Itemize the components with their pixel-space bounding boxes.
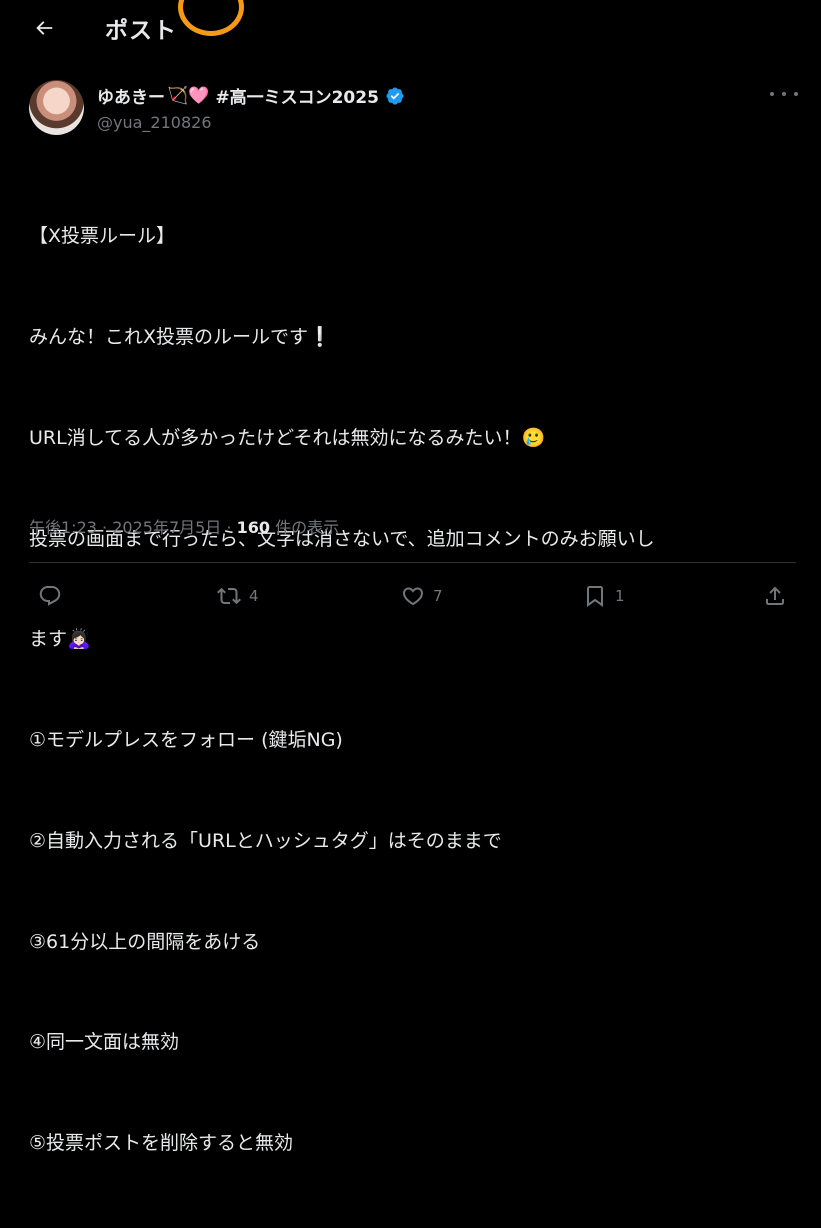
post-line: ます🙇🏻‍♀️ bbox=[29, 628, 91, 651]
page-title: ポスト bbox=[105, 18, 177, 44]
share-icon bbox=[766, 586, 784, 605]
reply-button[interactable] bbox=[38, 576, 70, 616]
highlight-ring bbox=[178, 0, 244, 36]
like-button[interactable]: 7 bbox=[401, 576, 443, 616]
bookmark-count: 1 bbox=[615, 587, 625, 605]
back-arrow-icon bbox=[36, 21, 53, 35]
more-dot-icon bbox=[794, 92, 798, 96]
verified-badge-icon bbox=[385, 86, 405, 106]
top-bar: ポスト bbox=[0, 0, 821, 56]
author-hashtag[interactable]: #高一ミスコン2025 bbox=[215, 83, 379, 108]
post-line: ⑤投票ポストを削除すると無効 bbox=[29, 1132, 294, 1155]
bookmark-button[interactable]: 1 bbox=[583, 576, 625, 616]
repost-icon bbox=[217, 587, 241, 605]
meta-separator: · bbox=[226, 518, 232, 537]
post-line: ②自動入力される「URLとハッシュタグ」はそのままで bbox=[29, 829, 502, 852]
author-name[interactable]: ゆあきー bbox=[97, 83, 165, 108]
author-emojis: 🏹🩷 bbox=[167, 85, 210, 106]
author-handle[interactable]: @yua_210826 bbox=[97, 113, 212, 132]
post-time[interactable]: 午後1:23 bbox=[29, 518, 97, 537]
action-bar: 4 7 1 bbox=[0, 576, 821, 616]
author-line: ゆあきー 🏹🩷 #高一ミスコン2025 bbox=[97, 83, 405, 108]
divider bbox=[29, 562, 796, 563]
more-options-button[interactable] bbox=[770, 86, 798, 102]
post-metadata: 午後1:23 · 2025年7月5日 · 160 件の表示 bbox=[29, 514, 339, 538]
post-line: みんな！これX投票のルールです❕ bbox=[29, 325, 332, 348]
meta-separator: · bbox=[102, 518, 108, 537]
post-date[interactable]: 2025年7月5日 bbox=[112, 518, 221, 537]
heart-icon bbox=[402, 587, 424, 606]
share-button[interactable] bbox=[763, 576, 787, 616]
post-text: 【X投票ルール】 みんな！これX投票のルールです❕ URL消してる人が多かったけ… bbox=[29, 153, 799, 1228]
avatar[interactable] bbox=[29, 80, 84, 135]
reply-icon bbox=[39, 586, 61, 606]
repost-count: 4 bbox=[249, 587, 259, 605]
more-dot-icon bbox=[770, 92, 774, 96]
view-count: 160 bbox=[236, 518, 270, 537]
post-line: ④同一文面は無効 bbox=[29, 1031, 180, 1054]
more-dot-icon bbox=[782, 92, 786, 96]
bookmark-icon bbox=[587, 586, 603, 607]
post-line: ③61分以上の間隔をあける bbox=[29, 930, 261, 953]
post-line: 【X投票ルール】 bbox=[29, 225, 176, 248]
like-count: 7 bbox=[433, 587, 443, 605]
post-line: ①モデルプレスをフォロー (鍵垢NG) bbox=[29, 729, 343, 752]
repost-button[interactable]: 4 bbox=[217, 576, 259, 616]
back-button[interactable] bbox=[26, 10, 62, 46]
view-label: 件の表示 bbox=[275, 518, 340, 537]
post-line: URL消してる人が多かったけどそれは無効になるみたい！🥲 bbox=[29, 426, 546, 449]
